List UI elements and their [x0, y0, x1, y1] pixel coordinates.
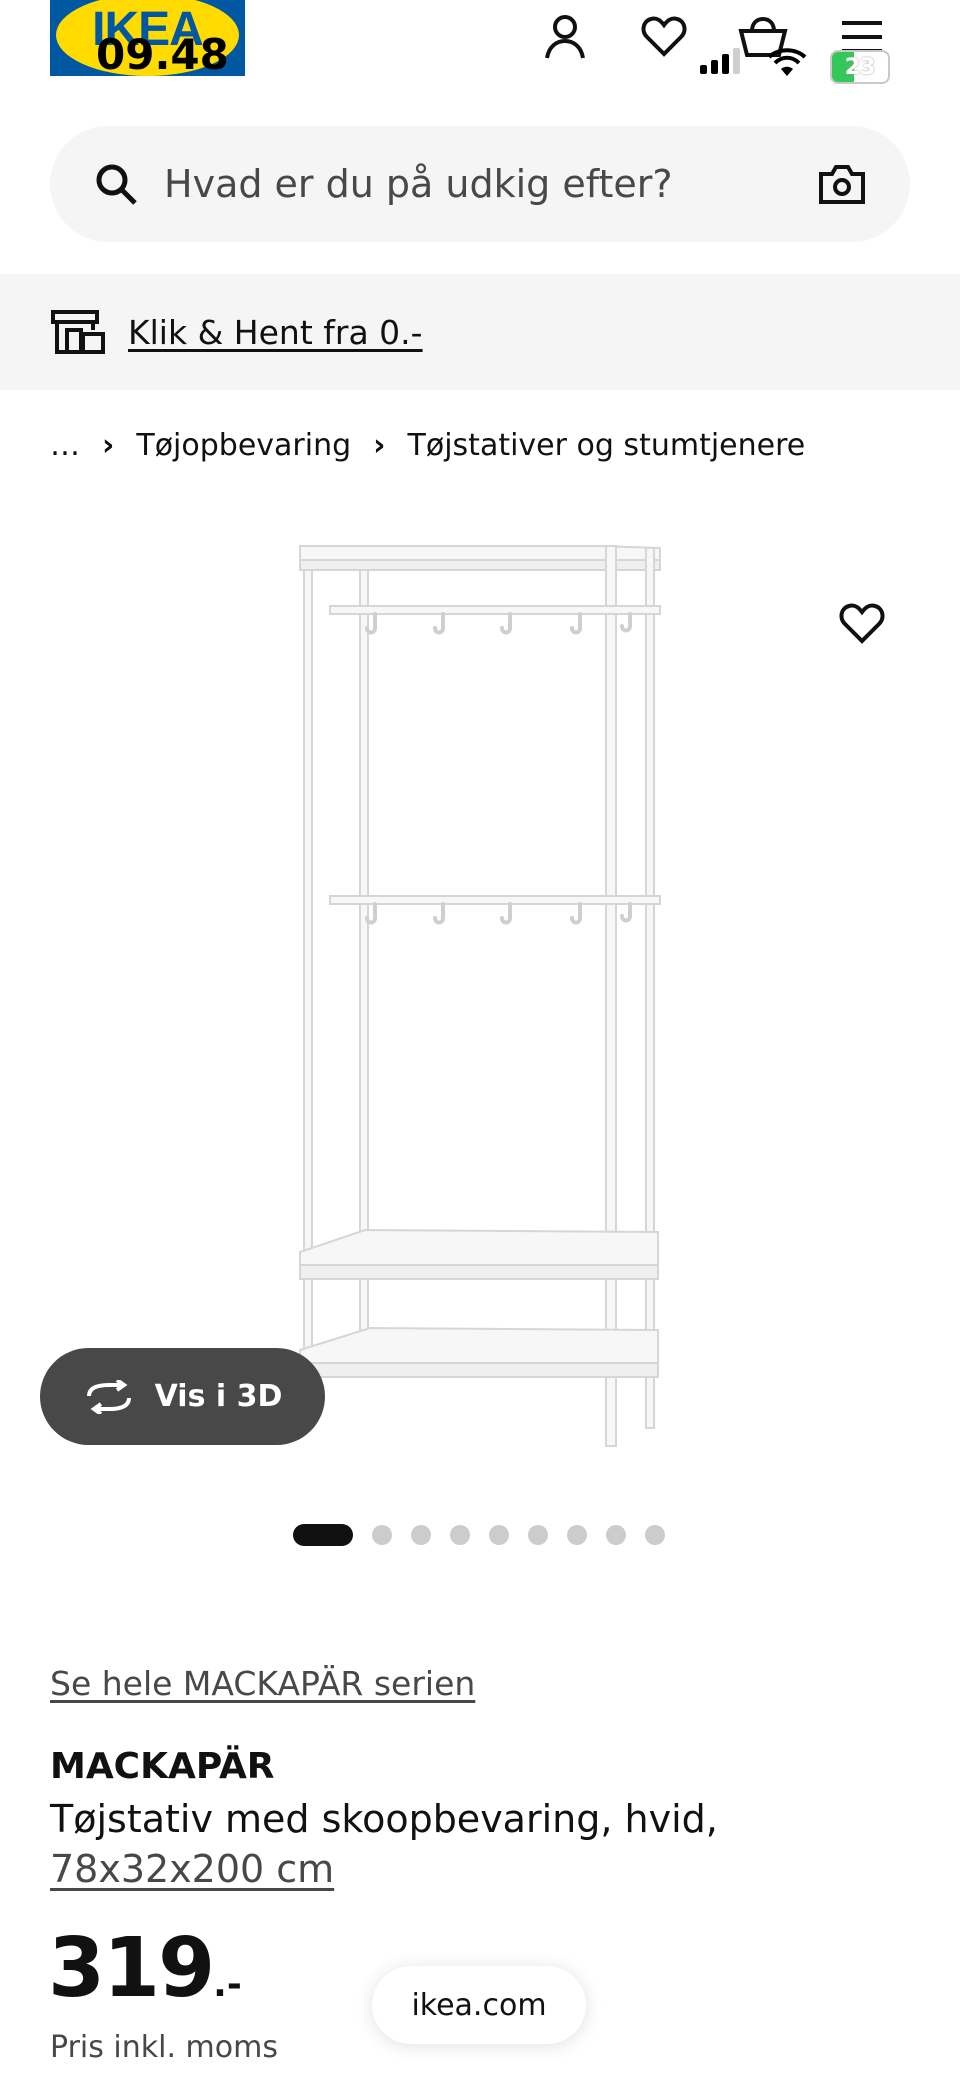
promo-banner[interactable]: Klik & Hent fra 0.- [0, 274, 960, 390]
search-icon[interactable] [94, 162, 138, 206]
carousel-dot[interactable] [645, 1525, 665, 1545]
breadcrumb-item-clothes-storage[interactable]: Tøjopbevaring [136, 428, 351, 463]
search-input[interactable] [162, 161, 818, 207]
carousel-dot[interactable] [567, 1525, 587, 1545]
battery-indicator: 23 [830, 50, 890, 84]
breadcrumb-ellipsis[interactable]: … [50, 428, 80, 463]
search-bar[interactable] [50, 126, 910, 242]
price-decimal: .- [213, 1964, 242, 2005]
cellular-signal-icon [700, 48, 740, 74]
browser-url-pill[interactable]: ikea.com [372, 1966, 586, 2044]
battery-level: 23 [844, 54, 876, 80]
wifi-icon [766, 48, 808, 82]
carousel-dot[interactable] [411, 1525, 431, 1545]
rotate-3d-icon [86, 1379, 131, 1414]
camera-icon[interactable] [818, 162, 866, 206]
carousel-dot[interactable] [372, 1525, 392, 1545]
carousel-dot[interactable] [293, 1524, 353, 1546]
carousel-dots [293, 1523, 665, 1547]
status-time: 09.48 [96, 30, 229, 79]
product-price: 319 .- [48, 1924, 242, 2014]
carousel-dot[interactable] [450, 1525, 470, 1545]
carousel-dot[interactable] [606, 1525, 626, 1545]
user-icon[interactable] [538, 10, 592, 64]
price-note: Pris inkl. moms [50, 2030, 278, 2065]
click-collect-link[interactable]: Klik & Hent fra 0.- [128, 313, 423, 352]
breadcrumb-item-clothes-racks[interactable]: Tøjstativer og stumtjenere [408, 428, 806, 463]
breadcrumb: … › Tøjopbevaring › Tøjstativer og stumt… [50, 420, 805, 470]
product-description: Tøjstativ med skoopbevaring, hvid, [50, 1797, 718, 1841]
favorite-heart-icon[interactable] [832, 594, 892, 654]
product-image[interactable] [290, 530, 670, 1480]
chevron-right-icon: › [373, 427, 386, 463]
carousel-dot[interactable] [528, 1525, 548, 1545]
view-3d-label: Vis i 3D [154, 1379, 283, 1414]
view-3d-button[interactable]: Vis i 3D [40, 1348, 325, 1445]
product-size-link[interactable]: 78x32x200 cm [50, 1844, 334, 1894]
series-link[interactable]: Se hele MACKAPÄR serien [50, 1664, 475, 1703]
heart-icon[interactable] [637, 10, 691, 64]
chevron-right-icon: › [102, 427, 115, 463]
store-pickup-icon [51, 310, 105, 354]
price-integer: 319 [48, 1921, 215, 2016]
product-name: MACKAPÄR [50, 1746, 275, 1787]
carousel-dot[interactable] [489, 1525, 509, 1545]
